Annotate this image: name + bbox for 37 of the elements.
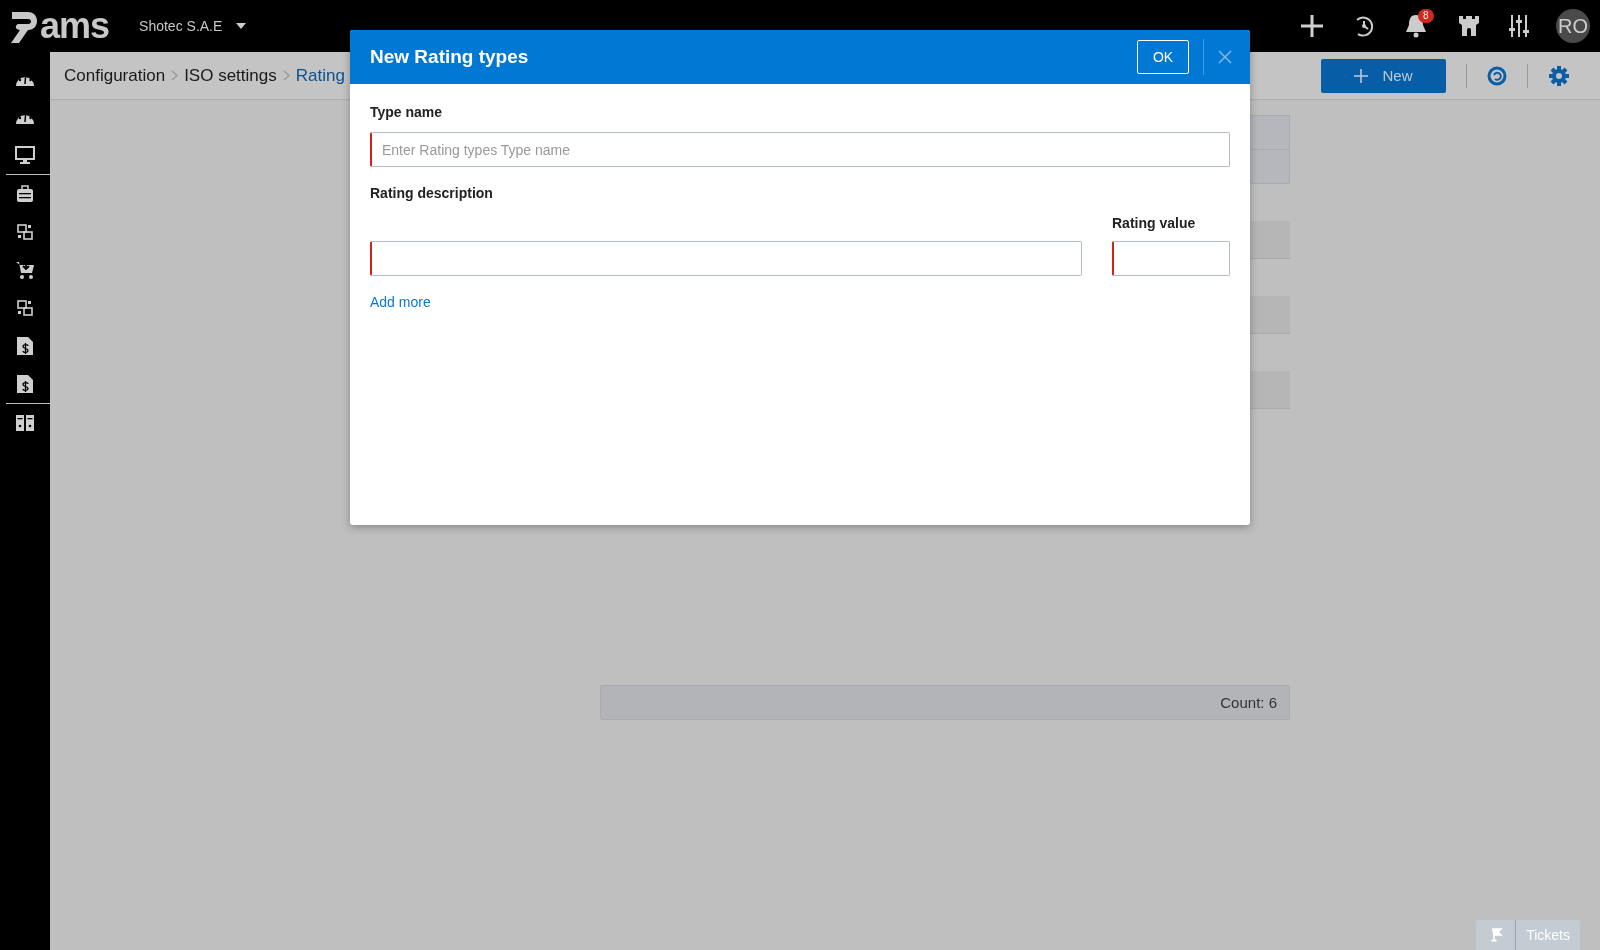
boxes-icon[interactable] <box>17 224 33 240</box>
briefcase-icon[interactable] <box>16 185 34 203</box>
dialog-title: New Rating types <box>370 46 530 68</box>
plus-icon[interactable] <box>1300 14 1324 38</box>
user-avatar[interactable]: RO <box>1556 9 1590 43</box>
breadcrumb-item[interactable]: ISO settings <box>184 65 277 86</box>
settings-icon[interactable] <box>1548 64 1570 87</box>
castle-icon[interactable] <box>1458 15 1480 37</box>
plus-icon <box>1354 68 1369 83</box>
field-label: Rating description <box>370 185 494 201</box>
invoice-icon[interactable] <box>16 374 34 394</box>
logo-icon <box>10 10 40 44</box>
field-label: Rating value <box>1112 215 1197 231</box>
ok-button[interactable]: OK <box>1137 40 1189 74</box>
sliders-icon[interactable] <box>1508 14 1530 38</box>
columns-icon[interactable] <box>15 414 35 432</box>
caret-icon[interactable] <box>236 23 247 29</box>
invoice-icon[interactable] <box>16 336 34 356</box>
logo-text: ams <box>40 8 110 44</box>
flag-icon <box>1488 928 1503 942</box>
monitor-icon[interactable] <box>15 146 35 164</box>
record-count: Count: 6 <box>600 685 1290 720</box>
value-field[interactable] <box>1112 241 1230 276</box>
company-selector[interactable]: Shotec S.A.E <box>139 18 223 34</box>
cart-icon[interactable] <box>15 260 35 280</box>
breadcrumb-item[interactable]: Rating <box>295 65 345 86</box>
new-button[interactable]: New <box>1321 58 1446 93</box>
description-field[interactable] <box>370 241 1082 276</box>
notification-badge: 8 <box>1418 9 1434 23</box>
breadcrumb-item[interactable]: Configuration <box>64 65 166 86</box>
add-more-link[interactable]: Add more <box>370 294 431 310</box>
type-name-field[interactable]: Enter Rating types Type name <box>370 132 1230 167</box>
chevron-icon <box>282 70 290 81</box>
field-label: Type name <box>370 104 444 120</box>
boxes-icon[interactable] <box>17 300 33 316</box>
chevron-icon <box>171 70 179 81</box>
refresh-icon[interactable] <box>1487 65 1507 86</box>
